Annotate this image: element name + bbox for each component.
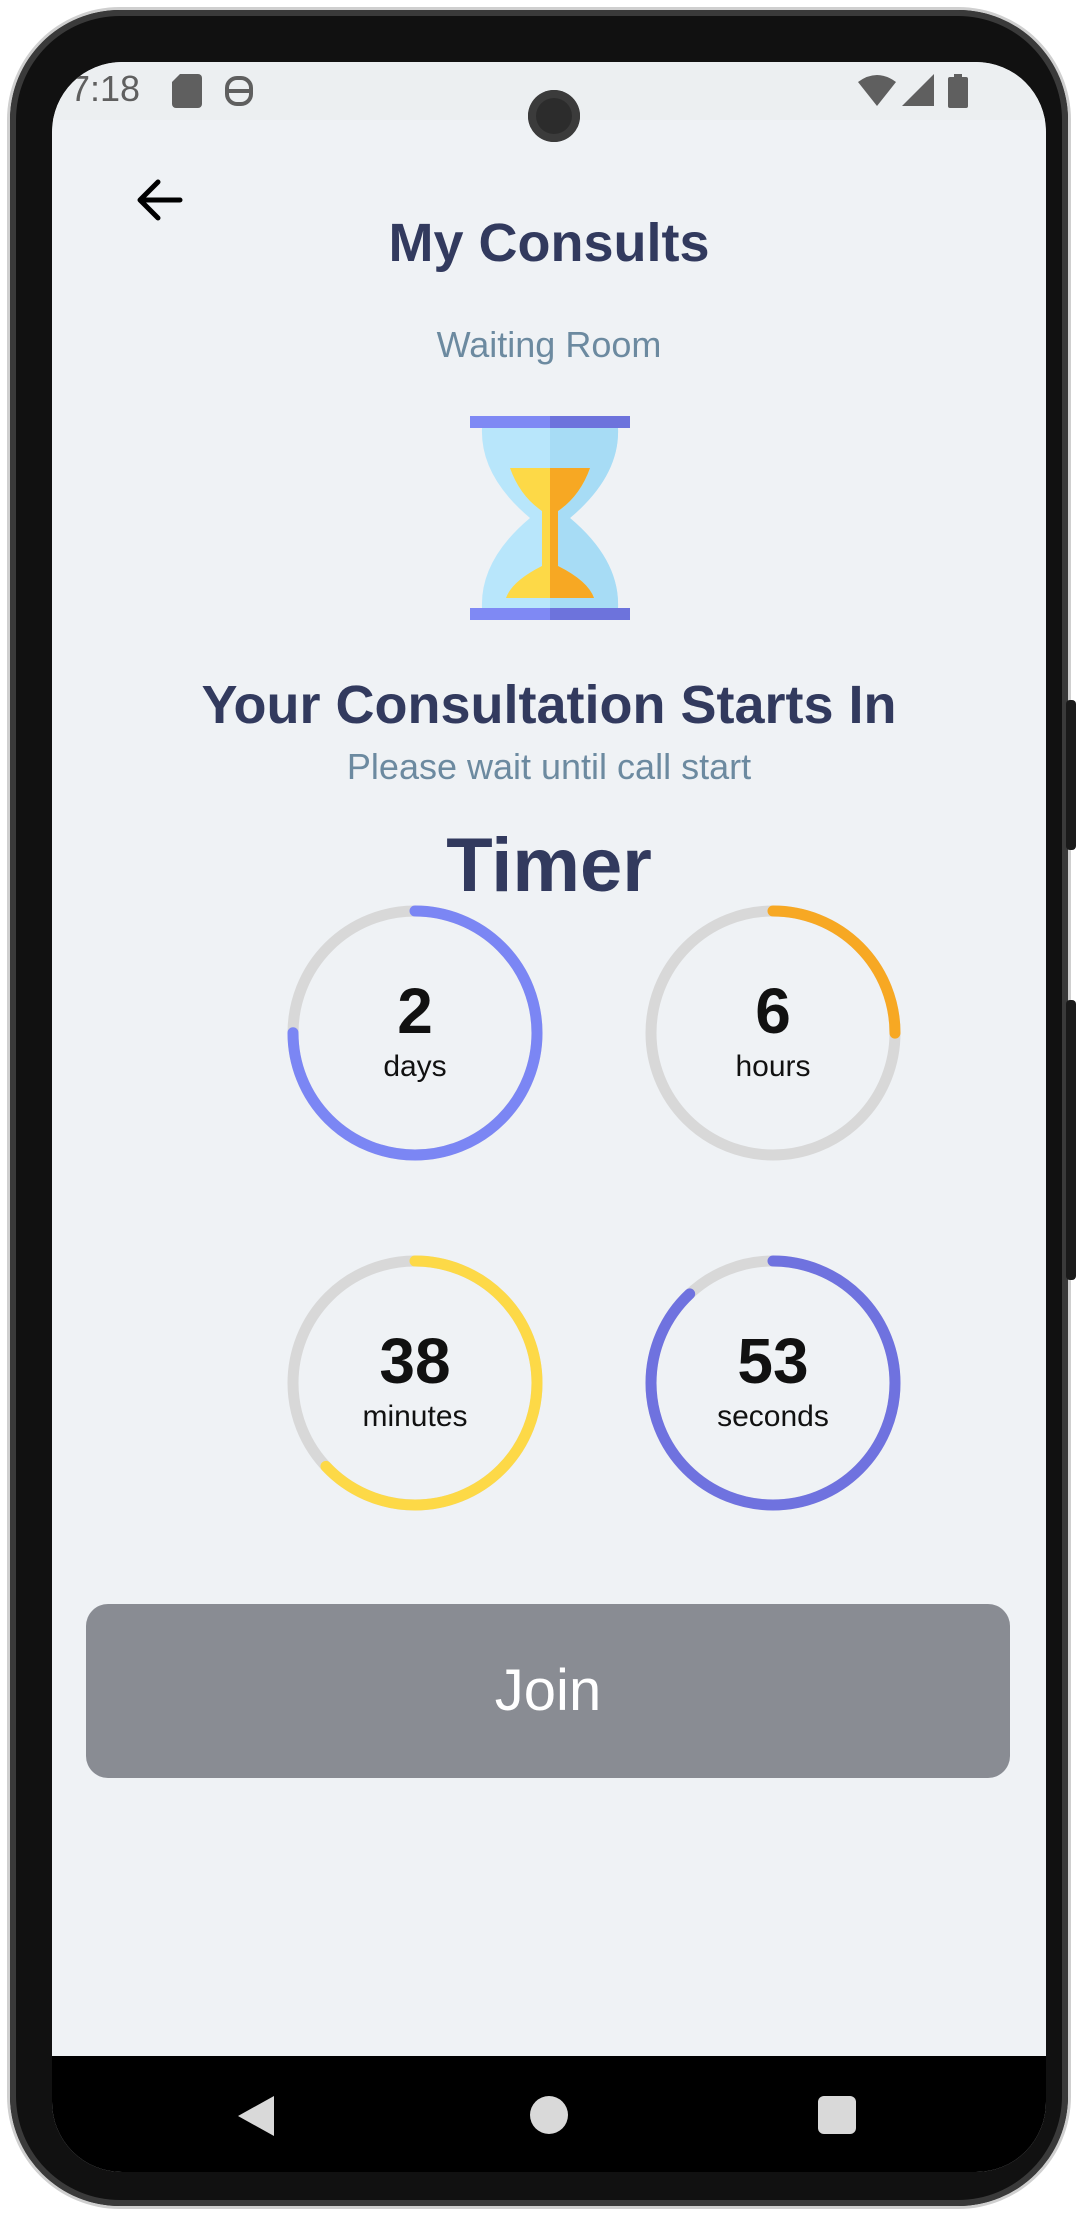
countdown-hint: Please wait until call start [346,746,752,787]
hours-label: hours [735,1050,811,1083]
join-button[interactable]: Join [86,1604,1010,1778]
hourglass-icon [470,416,630,620]
page-title: My Consults [388,213,710,273]
minutes-value: 38 [379,1325,451,1397]
timer-label: Timer [446,823,652,908]
minutes-label: minutes [362,1400,468,1433]
nav-recents-icon[interactable] [818,2096,856,2134]
volume-button [1066,1000,1076,1280]
days-label: days [383,1050,447,1083]
page-subtitle: Waiting Room [436,324,662,365]
android-debug-icon [225,76,253,106]
minutes-ring: 38 minutes [284,1252,546,1514]
battery-icon [948,74,968,108]
front-camera [528,90,580,142]
screen: 7:18 My Consults Waiting Room Your Consu… [52,62,1046,2172]
status-time: 7:18 [70,68,141,109]
days-ring: 2 days [284,902,546,1164]
signal-icon [902,74,934,106]
countdown-heading: Your Consultation Starts In [201,675,897,735]
hours-value: 6 [755,975,791,1047]
seconds-value: 53 [737,1325,809,1397]
seconds-ring: 53 seconds [642,1252,904,1514]
wifi-icon [858,75,896,106]
phone-frame: 7:18 My Consults Waiting Room Your Consu… [10,10,1076,2206]
days-value: 2 [397,975,433,1047]
power-button [1066,700,1076,850]
nav-home-icon[interactable] [530,2096,568,2134]
hours-ring: 6 hours [642,902,904,1164]
navigation-bar [52,2056,1046,2172]
sd-card-icon [172,74,202,108]
seconds-label: seconds [717,1400,829,1433]
nav-back-icon[interactable] [238,2096,276,2136]
